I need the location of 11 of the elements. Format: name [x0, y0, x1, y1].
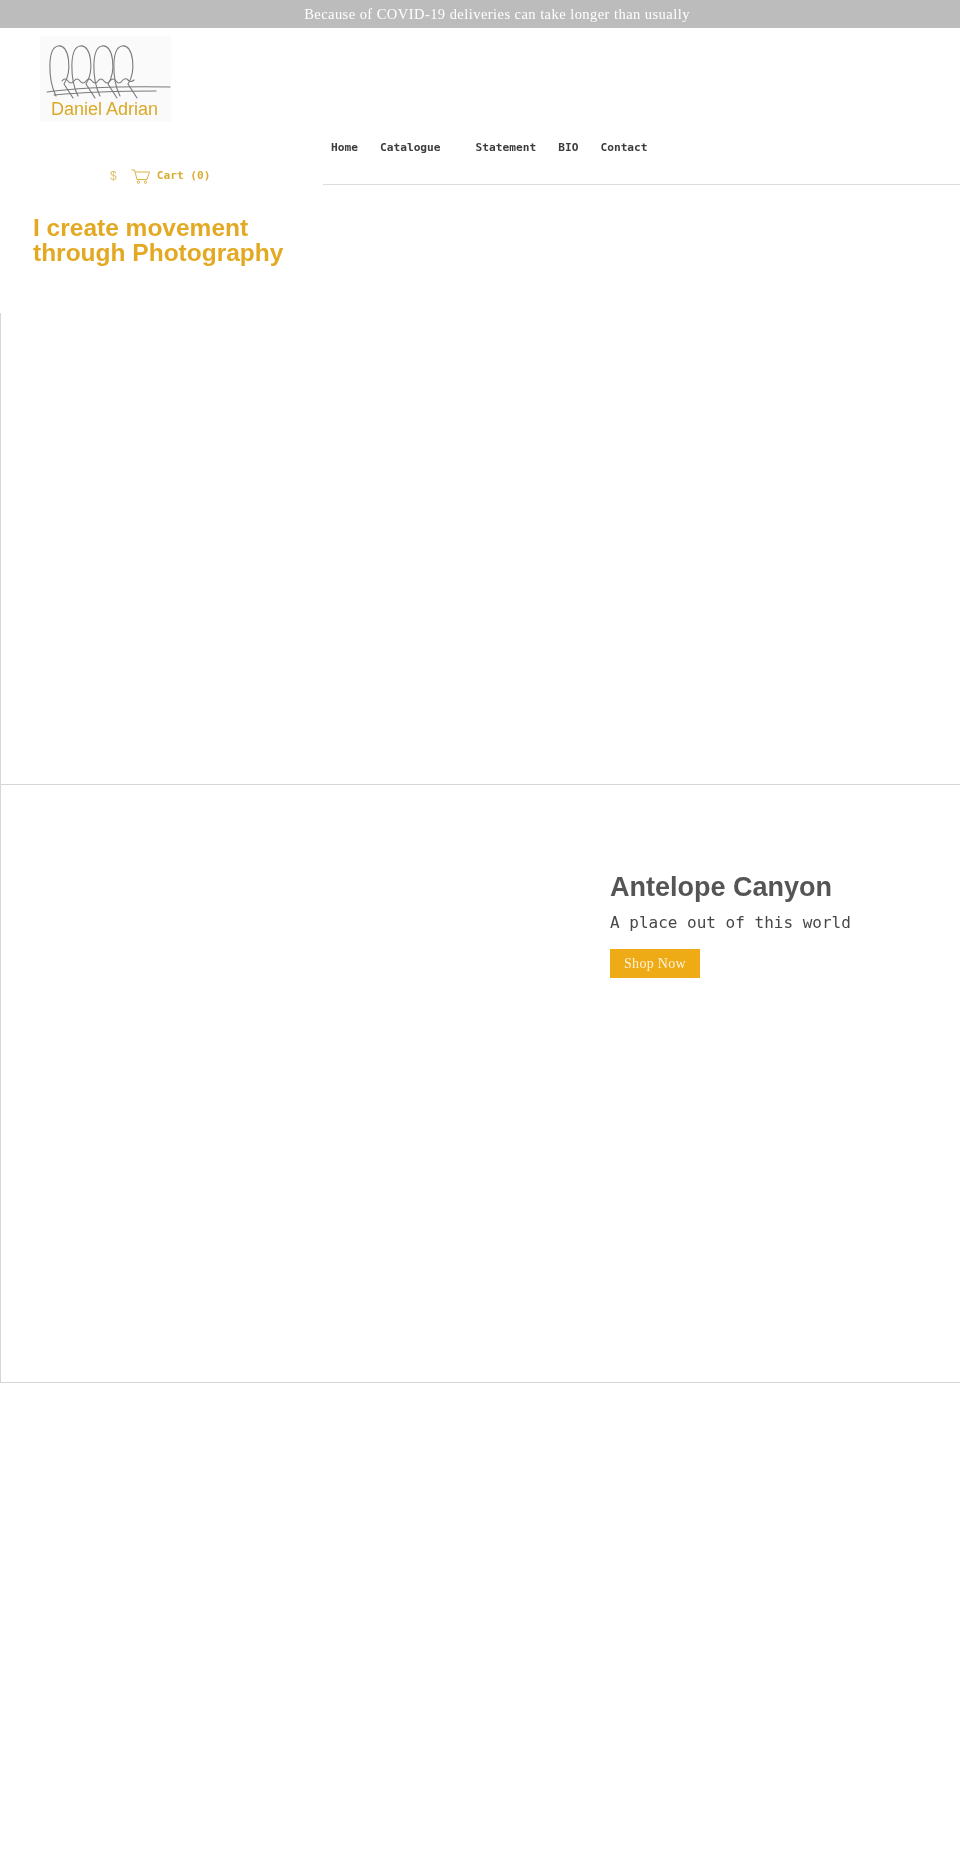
nav-link[interactable]: Home [331, 140, 358, 156]
feature-subtitle: A place out of this world [610, 913, 851, 932]
hero-headline: I create movement through Photography [33, 215, 285, 265]
feature-title: Antelope Canyon [610, 872, 832, 903]
nav-link[interactable]: Statement [475, 140, 537, 156]
nav-link[interactable]: Contact [600, 140, 648, 156]
nav-link[interactable]: BIO [558, 140, 579, 156]
logo-text: Daniel Adrian [51, 100, 159, 119]
announcement-text: Because of COVID-19 deliveries can take longer than usually [304, 6, 690, 22]
nav-link[interactable]: Catalogue [379, 140, 441, 156]
cart-icon[interactable] [130, 168, 150, 184]
